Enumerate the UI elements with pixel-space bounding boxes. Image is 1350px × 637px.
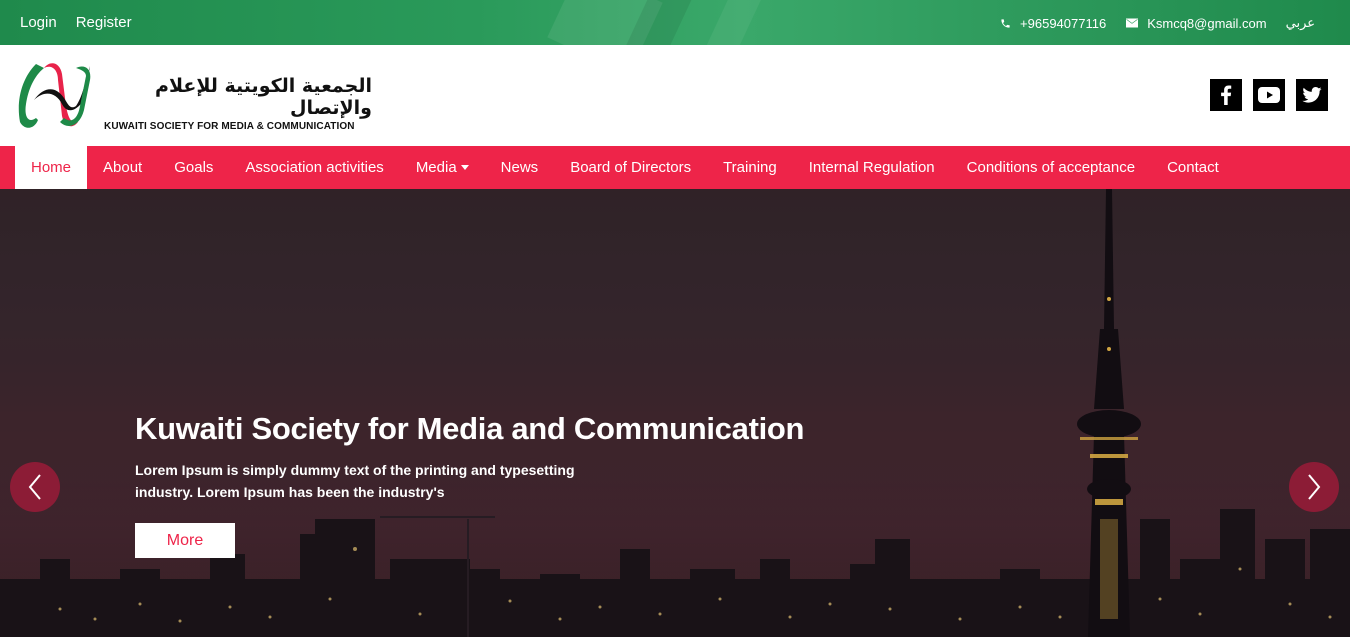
main-nav: Home About Goals Association activities … [0, 146, 1350, 189]
twitter-icon[interactable] [1296, 79, 1328, 111]
phone-icon [999, 17, 1011, 29]
slider-prev-button[interactable] [10, 462, 60, 512]
nav-item-goals[interactable]: Goals [158, 146, 229, 189]
phone-number: +96594077116 [1020, 15, 1107, 31]
logo-text-english: KUWAITI SOCIETY FOR MEDIA & COMMUNICATIO… [104, 121, 355, 132]
auth-links: Login Register [20, 14, 132, 31]
nav-item-internal-regulation[interactable]: Internal Regulation [793, 146, 951, 189]
nav-item-news[interactable]: News [485, 146, 555, 189]
more-button[interactable]: More [135, 523, 235, 558]
hero-title: Kuwaiti Society for Media and Communicat… [135, 411, 805, 446]
email-address: Ksmcq8@gmail.com [1147, 15, 1267, 31]
register-link[interactable]: Register [76, 14, 132, 31]
contact-info: +96594077116 Ksmcq8@gmail.com عربي [979, 15, 1315, 31]
facebook-icon[interactable] [1210, 79, 1242, 111]
logo-text: الجمعية الكويتية للإعلام والإتصال KUWAIT… [104, 75, 372, 132]
login-link[interactable]: Login [20, 14, 57, 31]
hero-slider: Kuwaiti Society for Media and Communicat… [0, 189, 1350, 637]
language-switch[interactable]: عربي [1286, 15, 1315, 31]
slider-next-button[interactable] [1289, 462, 1339, 512]
nav-item-media-label: Media [415, 159, 457, 176]
caret-down-icon [460, 165, 469, 170]
social-links [1210, 79, 1328, 111]
nav-item-about[interactable]: About [87, 146, 158, 189]
chevron-right-icon [1308, 474, 1321, 500]
hero-caption: Kuwaiti Society for Media and Communicat… [135, 411, 804, 558]
topbar-decoration [704, 0, 766, 45]
top-bar: Login Register +96594077116 Ksmcq8@gmail… [0, 0, 1350, 45]
site-logo[interactable] [14, 60, 94, 132]
logo-text-arabic: الجمعية الكويتية للإعلام والإتصال [155, 75, 372, 119]
nav-item-conditions-of-acceptance[interactable]: Conditions of acceptance [951, 146, 1151, 189]
chevron-left-icon [28, 474, 41, 500]
nav-item-board-of-directors[interactable]: Board of Directors [554, 146, 707, 189]
nav-item-association-activities[interactable]: Association activities [229, 146, 399, 189]
site-header: الجمعية الكويتية للإعلام والإتصال KUWAIT… [0, 45, 1350, 146]
nav-item-home[interactable]: Home [15, 146, 88, 189]
youtube-icon[interactable] [1253, 79, 1285, 111]
nav-item-media[interactable]: Media [400, 146, 485, 189]
nav-item-contact[interactable]: Contact [1151, 146, 1235, 189]
email-contact[interactable]: Ksmcq8@gmail.com [1126, 15, 1267, 31]
hero-text: Lorem Ipsum is simply dummy text of the … [135, 462, 575, 500]
nav-item-training[interactable]: Training [707, 146, 793, 189]
envelope-icon [1126, 17, 1139, 29]
phone-contact[interactable]: +96594077116 [999, 16, 1106, 31]
